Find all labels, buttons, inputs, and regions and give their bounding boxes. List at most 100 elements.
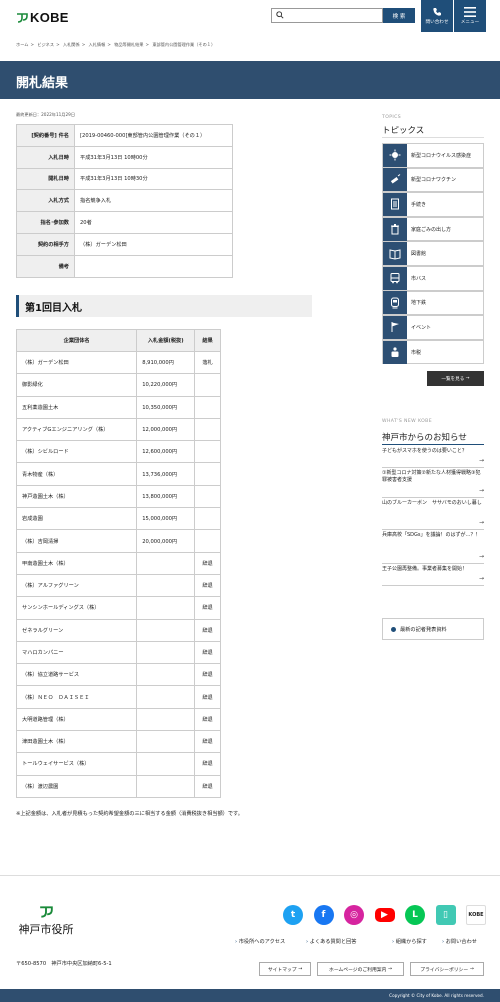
breadcrumb-item[interactable]: 物品等開札結果: [114, 42, 143, 47]
amount-cell: 12,600,000円: [136, 440, 196, 464]
train-icon: [383, 291, 407, 315]
result-cell: [194, 462, 221, 486]
topic-item[interactable]: 手続き: [382, 192, 484, 217]
footer-button[interactable]: サイトマップ →: [259, 962, 311, 976]
topic-item[interactable]: 新型コロナワクチン: [382, 167, 484, 193]
breadcrumb-item[interactable]: 入札関係: [63, 42, 80, 47]
amount-cell: 8,910,000円: [136, 350, 196, 375]
table-row: マハロカンパニー 辞退: [15, 640, 221, 665]
footer-button[interactable]: プライバシーポリシー →: [410, 962, 484, 976]
topic-item[interactable]: 市バス: [382, 266, 484, 291]
company-cell: 大明道路管理（株）: [15, 707, 138, 732]
search-button[interactable]: 検 索: [383, 8, 415, 23]
row-label: 入札方式: [16, 189, 75, 213]
result-cell: [194, 395, 221, 419]
amount-cell: [136, 640, 196, 665]
city-name: 神戸市役所: [18, 923, 74, 936]
company-cell: （株）協立道路サービス: [15, 663, 138, 687]
footer-link[interactable]: › 組織から探す: [392, 938, 427, 945]
menu-button[interactable]: メニュー: [454, 0, 486, 32]
company-cell: ゼネラルグリーン: [15, 618, 138, 642]
arrow-right-icon: →: [469, 966, 474, 972]
row-label: 開札日時: [16, 167, 75, 191]
amount-cell: 10,350,000円: [136, 395, 196, 419]
row-value: [2019-00460-000]東部管内公園管理作業（その１）: [74, 124, 233, 147]
breadcrumb-item[interactable]: ホーム: [16, 42, 28, 47]
news-item[interactable]: 王子公園再整備。事業者募集を開始！ →: [382, 566, 484, 586]
city-logo[interactable]: 神戸市役所: [16, 905, 76, 937]
company-cell: 甲南造園土木（株）: [15, 551, 138, 575]
result-cell: 辞退: [194, 551, 221, 575]
topic-item[interactable]: 市税: [382, 339, 484, 365]
company-cell: （株）アルファグリーン: [15, 573, 138, 598]
company-cell: 御影緑化: [15, 373, 138, 397]
footer-link[interactable]: › お問い合わせ: [442, 938, 477, 945]
table-row: 岩成造園 15,000,000円: [15, 507, 221, 531]
contact-button[interactable]: 問い合わせ: [421, 0, 453, 32]
row-label: 入札日時: [16, 145, 75, 169]
footer-link[interactable]: › 市役所へのアクセス: [235, 938, 285, 945]
result-cell: [194, 484, 221, 509]
topics-heading: トピックス: [382, 126, 425, 136]
line-icon[interactable]: L: [405, 905, 425, 925]
page-title: 開札結果: [16, 76, 69, 91]
company-cell: マハロカンパニー: [15, 640, 138, 665]
press-release-link[interactable]: 最新の記者発表資料: [382, 618, 484, 640]
breadcrumb-item[interactable]: ビジネス: [37, 42, 54, 47]
row-label: [契約番号] 件名: [16, 124, 75, 147]
topic-item[interactable]: 家庭ごみの出し方: [382, 216, 484, 242]
company-cell: アクティブGエンジニアリング（株）: [15, 417, 138, 442]
kobe-logo[interactable]: KOBE: [16, 10, 69, 25]
kobe-mark-icon: [17, 12, 28, 23]
footer-link-label: 組織から探す: [395, 939, 427, 945]
hamburger-icon: [464, 7, 476, 17]
amount-cell: [136, 685, 196, 709]
news-item[interactable]: 山のブルーカーボン ササバモのおいし暮し →: [382, 500, 484, 530]
flag-icon: [383, 315, 407, 339]
topic-item[interactable]: 図書館: [382, 241, 484, 266]
topic-label: 市税: [411, 349, 422, 356]
search-icon: [276, 11, 284, 19]
amount-cell: [136, 707, 196, 732]
topic-item[interactable]: 新型コロナウイルス感染症: [382, 143, 484, 168]
news-item[interactable]: 兵庫高校「SDGs」を議論！のはずが…？！ →: [382, 532, 484, 564]
topic-item[interactable]: 地下鉄: [382, 290, 484, 316]
column-header: 入札金額(税抜): [136, 329, 196, 352]
news-item[interactable]: 子どもがスマホを使うのは要いこと？ →: [382, 448, 484, 468]
footer-button[interactable]: ホームページのご利用案内 →: [317, 962, 404, 976]
facebook-icon[interactable]: f: [313, 905, 334, 925]
news-title: 兵庫高校「SDGs」を議論！のはずが…？！: [382, 532, 481, 538]
result-cell: 辞退: [194, 752, 221, 776]
table-header-row: 企業団体名 入札金額(税抜) 結果: [15, 329, 221, 352]
topic-item[interactable]: イベント: [382, 315, 484, 340]
topic-label: 市バス: [411, 275, 427, 282]
row-value: 平成31年3月13日 10時30分: [74, 167, 233, 191]
table-row: 指名･参加数 20者: [16, 211, 233, 234]
result-cell: 辞退: [194, 573, 221, 598]
contract-info-table: [契約番号] 件名 [2019-00460-000]東部管内公園管理作業（その１）…: [16, 124, 233, 278]
twitter-icon[interactable]: t: [283, 905, 303, 925]
topic-label: 新型コロナウイルス感染症: [411, 152, 472, 159]
note-icon[interactable]: ▯: [435, 905, 456, 925]
virus-icon: [383, 143, 407, 167]
instagram-icon[interactable]: ◎: [344, 905, 364, 925]
arrow-right-icon: →: [387, 966, 392, 972]
arrow-right-icon: →: [478, 575, 484, 582]
section-title: 第1回目入札: [25, 303, 82, 314]
table-row: （株）協立道路サービス 辞退: [15, 663, 221, 687]
youtube-icon[interactable]: ▶: [374, 908, 395, 922]
news-item[interactable]: ①新型コロナ対策②新たな人材獲得戦略③犯罪被害者支援 →: [382, 470, 484, 498]
table-row: 大明道路管理（株） 辞退: [15, 707, 221, 732]
kobe-app-icon[interactable]: KOBE: [466, 905, 486, 925]
footer-link[interactable]: › よくある質問と回答: [306, 938, 356, 945]
more-topics-button[interactable]: 一覧を見る →: [427, 371, 484, 386]
search-input[interactable]: [271, 8, 383, 23]
amount-cell: 12,000,000円: [136, 417, 196, 442]
table-row: アクティブGエンジニアリング（株） 12,000,000円: [15, 417, 221, 442]
company-cell: サンシンホールディングス（株）: [15, 596, 138, 620]
result-cell: [194, 507, 221, 531]
divider: [382, 137, 484, 138]
divider: [382, 444, 484, 445]
breadcrumb-item[interactable]: 入札情報: [89, 42, 106, 47]
news-title: 山のブルーカーボン ササバモのおいし暮し: [382, 500, 482, 506]
